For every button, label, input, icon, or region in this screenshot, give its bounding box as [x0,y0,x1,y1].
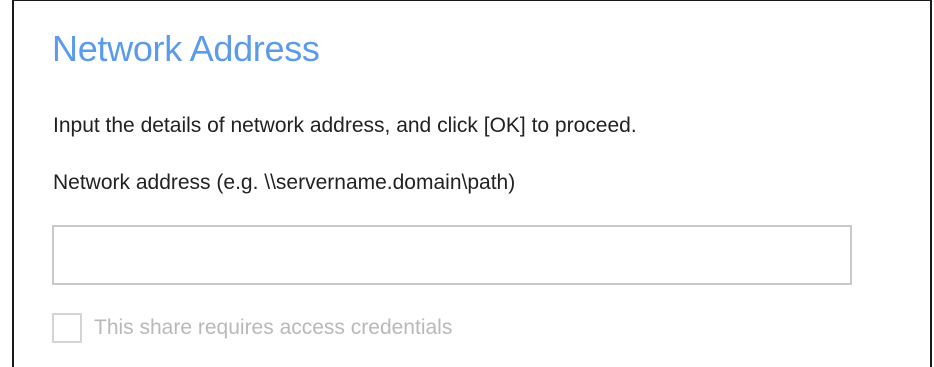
credentials-checkbox[interactable] [52,313,82,343]
credentials-checkbox-row[interactable]: This share requires access credentials [52,312,452,344]
network-address-label: Network address (e.g. \\servername.domai… [53,171,516,194]
credentials-checkbox-label: This share requires access credentials [94,316,453,339]
instructions-text: Input the details of network address, an… [53,114,637,137]
network-address-input[interactable] [52,225,852,285]
network-address-panel: Network Address Input the details of net… [12,0,932,367]
page-title: Network Address [52,28,320,69]
